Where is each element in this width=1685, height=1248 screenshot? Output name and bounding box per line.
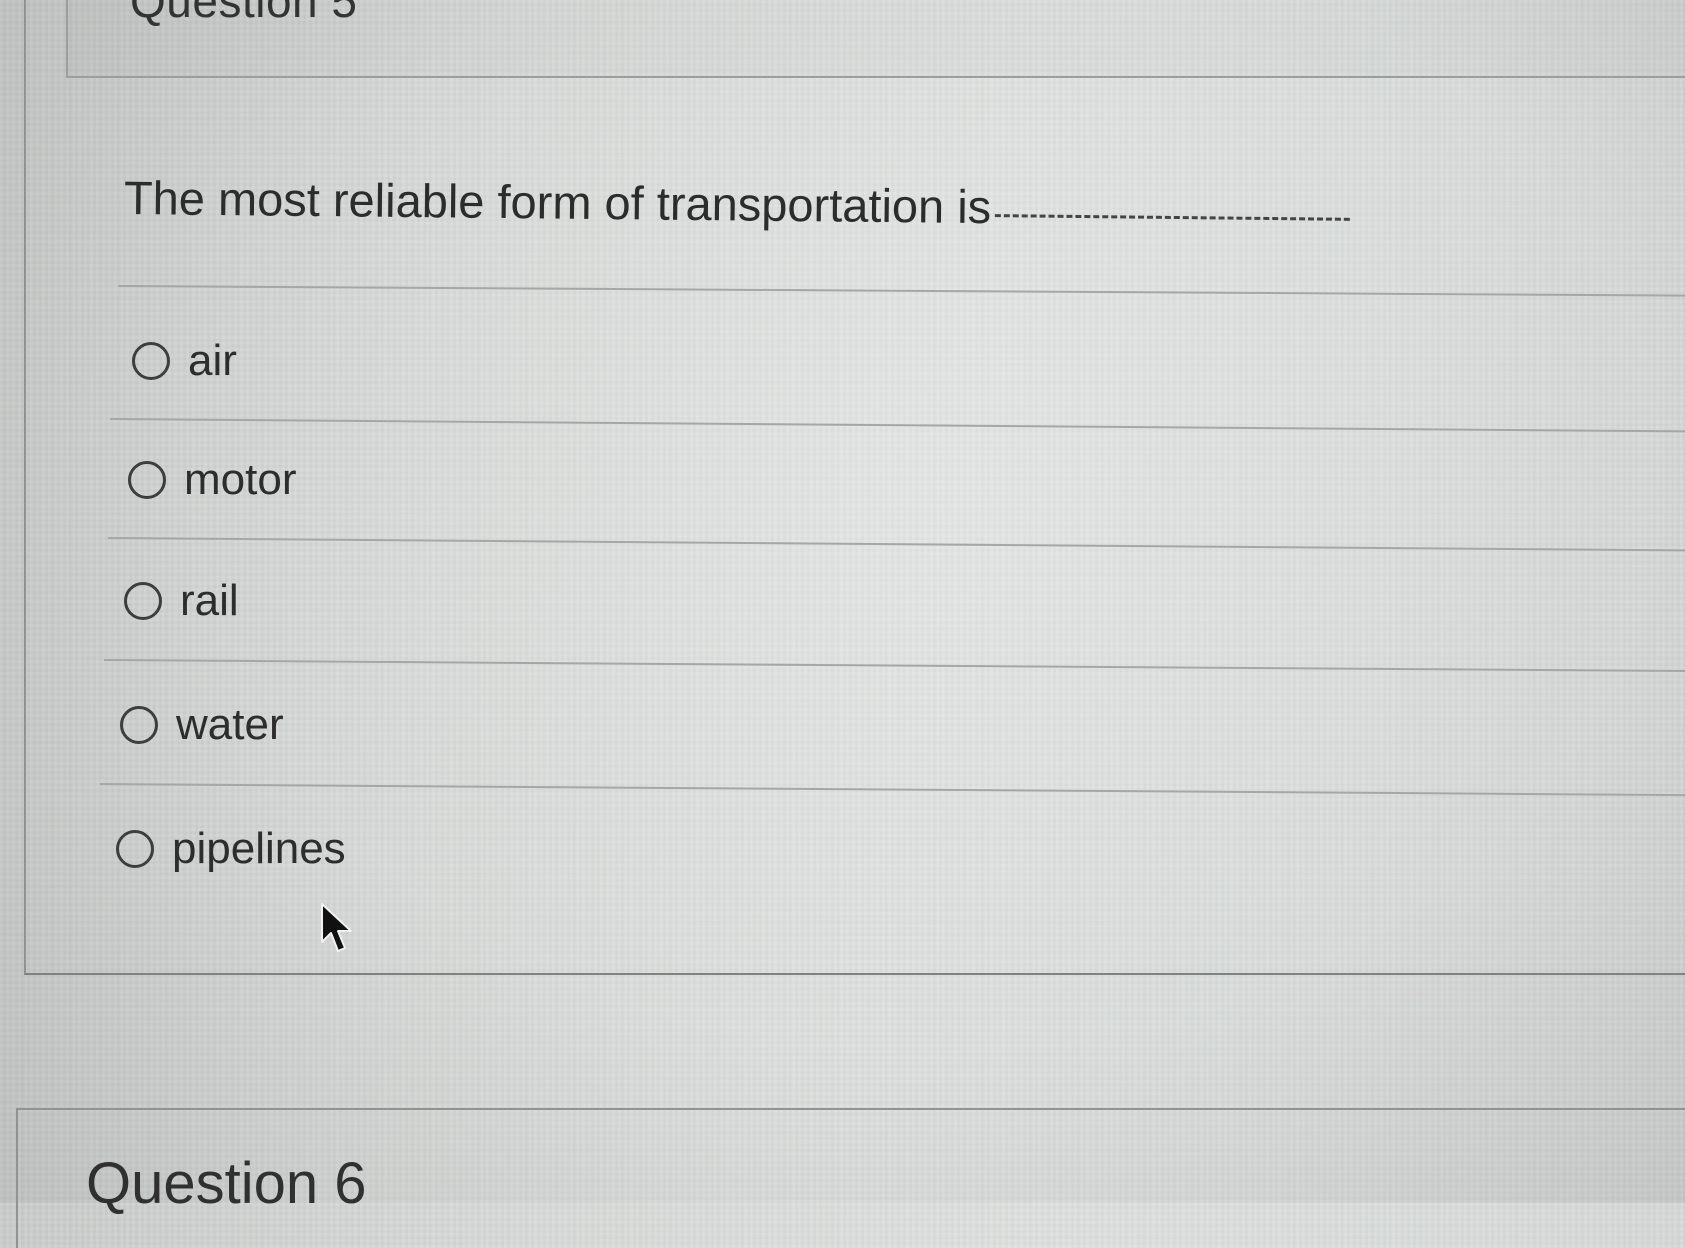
radio-button-icon[interactable] xyxy=(128,461,166,499)
option-label: motor xyxy=(184,455,297,504)
question-prompt-text: The most reliable form of transportation… xyxy=(123,171,992,234)
radio-button-icon[interactable] xyxy=(120,706,158,744)
option-label: pipelines xyxy=(172,824,346,873)
option-label: rail xyxy=(180,576,239,625)
answer-blank xyxy=(995,214,1351,221)
radio-button-icon[interactable] xyxy=(116,830,154,868)
radio-button-icon[interactable] xyxy=(124,582,162,620)
next-question-title: Question 6 xyxy=(86,1151,367,1216)
radio-button-icon[interactable] xyxy=(132,342,170,380)
option-air[interactable]: air xyxy=(132,336,237,386)
option-rail[interactable]: rail xyxy=(124,576,239,626)
option-label: air xyxy=(188,336,237,385)
option-water[interactable]: water xyxy=(120,700,284,750)
option-pipelines[interactable]: pipelines xyxy=(116,824,346,874)
question-title: Question 5 xyxy=(130,0,358,27)
option-label: water xyxy=(176,700,284,749)
mouse-pointer-icon xyxy=(321,903,352,952)
option-motor[interactable]: motor xyxy=(128,455,296,505)
